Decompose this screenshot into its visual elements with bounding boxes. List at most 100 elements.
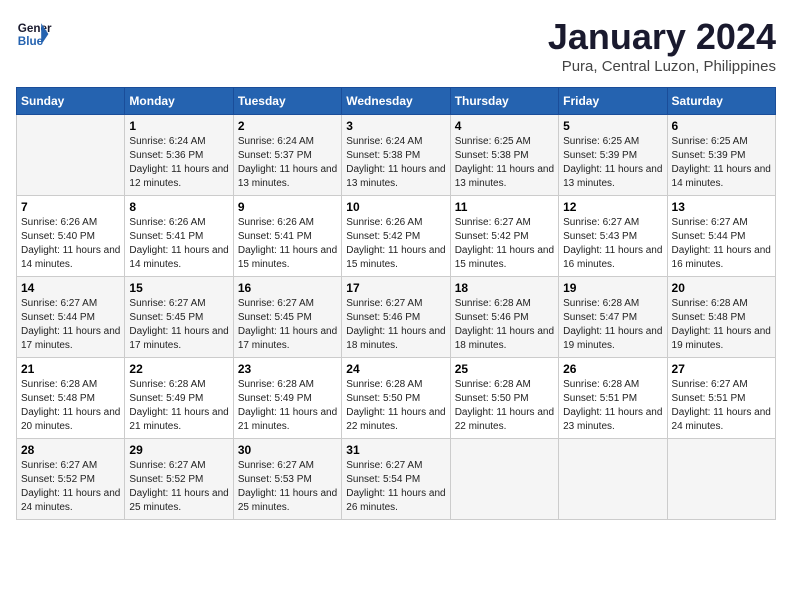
day-cell: 30Sunrise: 6:27 AMSunset: 5:53 PMDayligh… (233, 439, 341, 520)
day-cell: 27Sunrise: 6:27 AMSunset: 5:51 PMDayligh… (667, 358, 775, 439)
day-number: 22 (129, 362, 228, 376)
day-cell: 19 Sunrise: 6:28 AMSunset: 5:47 PMDayligh… (559, 277, 667, 358)
calendar-header: SundayMondayTuesdayWednesdayThursdayFrid… (17, 88, 776, 115)
day-number: 3 (346, 119, 445, 133)
logo-icon: General Blue (16, 16, 52, 52)
day-cell: 28 Sunrise: 6:27 AMSunset: 5:52 PMDayligh… (17, 439, 125, 520)
header-cell-friday: Friday (559, 88, 667, 115)
day-detail: Sunrise: 6:28 AMSunset: 5:49 PMDaylight:… (129, 378, 228, 434)
page-title: January 2024 (548, 16, 776, 58)
day-cell: 16 Sunrise: 6:27 AMSunset: 5:45 PMDayligh… (233, 277, 341, 358)
calendar-body: 1 Sunrise: 6:24 AMSunset: 5:36 PMDaylight… (17, 115, 776, 520)
day-cell: 12 Sunrise: 6:27 AMSunset: 5:43 PMDayligh… (559, 196, 667, 277)
day-detail: Sunrise: 6:27 AMSunset: 5:51 PMDaylight:… (672, 378, 771, 434)
day-detail: Sunrise: 6:28 AMSunset: 5:48 PMDaylight:… (21, 378, 120, 434)
svg-text:Blue: Blue (18, 35, 44, 48)
day-cell: 2Sunrise: 6:24 AMSunset: 5:37 PMDaylight… (233, 115, 341, 196)
day-cell: 21Sunrise: 6:28 AMSunset: 5:48 PMDayligh… (17, 358, 125, 439)
day-detail: Sunrise: 6:28 AMSunset: 5:47 PMDaylight:… (563, 297, 662, 353)
day-detail: Sunrise: 6:27 AMSunset: 5:46 PMDaylight:… (346, 297, 445, 353)
day-number: 23 (238, 362, 337, 376)
week-row-3: 14Sunrise: 6:27 AMSunset: 5:44 PMDayligh… (17, 277, 776, 358)
day-cell: 23Sunrise: 6:28 AMSunset: 5:49 PMDayligh… (233, 358, 341, 439)
header-cell-sunday: Sunday (17, 88, 125, 115)
day-detail: Sunrise: 6:27 AMSunset: 5:44 PMDaylight:… (672, 216, 771, 272)
day-detail: Sunrise: 6:24 AMSunset: 5:36 PMDaylight:… (129, 135, 228, 191)
day-number: 6 (672, 119, 771, 133)
day-number: 5 (563, 119, 662, 133)
day-detail: Sunrise: 6:28 AMSunset: 5:46 PMDaylight:… (455, 297, 554, 353)
title-block: January 2024 Pura, Central Luzon, Philip… (548, 16, 776, 75)
day-number: 7 (21, 200, 120, 214)
day-cell: 31Sunrise: 6:27 AMSunset: 5:54 PMDayligh… (342, 439, 450, 520)
week-row-4: 21Sunrise: 6:28 AMSunset: 5:48 PMDayligh… (17, 358, 776, 439)
day-number: 8 (129, 200, 228, 214)
day-detail: Sunrise: 6:24 AMSunset: 5:37 PMDaylight:… (238, 135, 337, 191)
day-cell (17, 115, 125, 196)
header-cell-monday: Monday (125, 88, 233, 115)
page-header: General Blue January 2024 Pura, Central … (16, 16, 776, 75)
day-detail: Sunrise: 6:24 AMSunset: 5:38 PMDaylight:… (346, 135, 445, 191)
day-number: 24 (346, 362, 445, 376)
day-number: 9 (238, 200, 337, 214)
header-cell-tuesday: Tuesday (233, 88, 341, 115)
day-cell: 7 Sunrise: 6:26 AMSunset: 5:40 PMDaylight… (17, 196, 125, 277)
day-cell: 25 Sunrise: 6:28 AMSunset: 5:50 PMDayligh… (450, 358, 558, 439)
day-cell: 4 Sunrise: 6:25 AMSunset: 5:38 PMDaylight… (450, 115, 558, 196)
day-cell: 17 Sunrise: 6:27 AMSunset: 5:46 PMDayligh… (342, 277, 450, 358)
day-number: 16 (238, 281, 337, 295)
day-detail: Sunrise: 6:28 AMSunset: 5:50 PMDaylight:… (455, 378, 554, 434)
day-number: 26 (563, 362, 662, 376)
day-detail: Sunrise: 6:28 AMSunset: 5:48 PMDaylight:… (672, 297, 771, 353)
day-cell: 11 Sunrise: 6:27 AMSunset: 5:42 PMDayligh… (450, 196, 558, 277)
day-number: 29 (129, 443, 228, 457)
header-row: SundayMondayTuesdayWednesdayThursdayFrid… (17, 88, 776, 115)
day-detail: Sunrise: 6:26 AMSunset: 5:41 PMDaylight:… (129, 216, 228, 272)
week-row-5: 28 Sunrise: 6:27 AMSunset: 5:52 PMDayligh… (17, 439, 776, 520)
day-cell: 3 Sunrise: 6:24 AMSunset: 5:38 PMDaylight… (342, 115, 450, 196)
day-cell: 29Sunrise: 6:27 AMSunset: 5:52 PMDayligh… (125, 439, 233, 520)
day-cell: 10 Sunrise: 6:26 AMSunset: 5:42 PMDayligh… (342, 196, 450, 277)
day-detail: Sunrise: 6:25 AMSunset: 5:39 PMDaylight:… (672, 135, 771, 191)
day-detail: Sunrise: 6:27 AMSunset: 5:43 PMDaylight:… (563, 216, 662, 272)
day-number: 19 (563, 281, 662, 295)
day-detail: Sunrise: 6:25 AMSunset: 5:39 PMDaylight:… (563, 135, 662, 191)
day-number: 31 (346, 443, 445, 457)
day-number: 11 (455, 200, 554, 214)
day-cell: 9 Sunrise: 6:26 AMSunset: 5:41 PMDaylight… (233, 196, 341, 277)
day-detail: Sunrise: 6:26 AMSunset: 5:40 PMDaylight:… (21, 216, 120, 272)
page-subtitle: Pura, Central Luzon, Philippines (548, 58, 776, 75)
day-detail: Sunrise: 6:25 AMSunset: 5:38 PMDaylight:… (455, 135, 554, 191)
day-cell: 15Sunrise: 6:27 AMSunset: 5:45 PMDayligh… (125, 277, 233, 358)
day-detail: Sunrise: 6:28 AMSunset: 5:50 PMDaylight:… (346, 378, 445, 434)
day-cell: 13Sunrise: 6:27 AMSunset: 5:44 PMDayligh… (667, 196, 775, 277)
day-detail: Sunrise: 6:26 AMSunset: 5:41 PMDaylight:… (238, 216, 337, 272)
day-detail: Sunrise: 6:27 AMSunset: 5:42 PMDaylight:… (455, 216, 554, 272)
header-cell-thursday: Thursday (450, 88, 558, 115)
header-cell-saturday: Saturday (667, 88, 775, 115)
day-cell (559, 439, 667, 520)
day-number: 17 (346, 281, 445, 295)
day-number: 1 (129, 119, 228, 133)
day-cell: 5 Sunrise: 6:25 AMSunset: 5:39 PMDaylight… (559, 115, 667, 196)
day-number: 10 (346, 200, 445, 214)
day-detail: Sunrise: 6:26 AMSunset: 5:42 PMDaylight:… (346, 216, 445, 272)
day-cell (450, 439, 558, 520)
day-detail: Sunrise: 6:27 AMSunset: 5:45 PMDaylight:… (238, 297, 337, 353)
day-number: 12 (563, 200, 662, 214)
day-cell: 8 Sunrise: 6:26 AMSunset: 5:41 PMDaylight… (125, 196, 233, 277)
day-cell: 22 Sunrise: 6:28 AMSunset: 5:49 PMDayligh… (125, 358, 233, 439)
day-detail: Sunrise: 6:27 AMSunset: 5:53 PMDaylight:… (238, 459, 337, 515)
day-number: 28 (21, 443, 120, 457)
logo: General Blue (16, 16, 52, 52)
day-number: 4 (455, 119, 554, 133)
day-detail: Sunrise: 6:27 AMSunset: 5:45 PMDaylight:… (129, 297, 228, 353)
calendar-table: SundayMondayTuesdayWednesdayThursdayFrid… (16, 87, 776, 520)
day-cell: 24 Sunrise: 6:28 AMSunset: 5:50 PMDayligh… (342, 358, 450, 439)
day-cell: 18 Sunrise: 6:28 AMSunset: 5:46 PMDayligh… (450, 277, 558, 358)
header-cell-wednesday: Wednesday (342, 88, 450, 115)
day-detail: Sunrise: 6:27 AMSunset: 5:52 PMDaylight:… (21, 459, 120, 515)
day-cell: 20Sunrise: 6:28 AMSunset: 5:48 PMDayligh… (667, 277, 775, 358)
day-number: 25 (455, 362, 554, 376)
day-number: 18 (455, 281, 554, 295)
